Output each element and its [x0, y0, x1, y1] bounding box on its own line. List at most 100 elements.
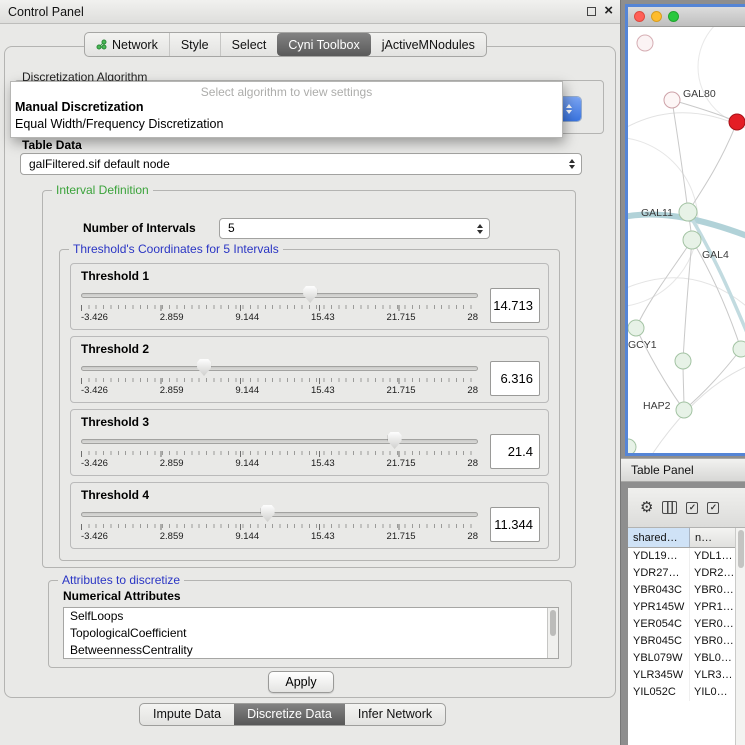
- table-scrollbar[interactable]: [735, 528, 745, 745]
- table-row[interactable]: YBL079W YBL0…: [628, 650, 745, 667]
- checkbox-icon[interactable]: ✓: [707, 502, 719, 514]
- control-panel-titlebar[interactable]: Control Panel ×: [0, 0, 620, 24]
- dropdown-option-manual-discretization[interactable]: Manual Discretization: [11, 98, 562, 115]
- minimize-traffic-light[interactable]: [651, 11, 662, 22]
- slider-track[interactable]: [81, 439, 478, 444]
- table-row[interactable]: YIL052C YIL0…: [628, 684, 745, 701]
- ruler-tick-label: 28: [467, 531, 478, 542]
- table-row[interactable]: YBR043C YBR0…: [628, 582, 745, 599]
- table-row[interactable]: YBR045C YBR0…: [628, 633, 745, 650]
- ruler-labels: -3.4262.8599.14415.4321.71528: [81, 531, 478, 542]
- network-canvas[interactable]: GAL80 GAL11 GAL4 GCY1 HAP2: [628, 27, 745, 453]
- threshold-label: Threshold 2: [81, 342, 540, 356]
- network-view-window: GAL80 GAL11 GAL4 GCY1 HAP2: [625, 4, 745, 456]
- arrow-down-icon: [566, 110, 572, 114]
- attributes-group-title: Attributes to discretize: [58, 573, 184, 587]
- network-node[interactable]: [628, 439, 636, 453]
- cell-shared-name: YBR045C: [628, 633, 690, 650]
- slider-ruler: -3.4262.8599.14415.4321.71528: [81, 451, 478, 469]
- table-data-combobox[interactable]: galFiltered.sif default node: [20, 153, 582, 175]
- table-row[interactable]: YPR145W YPR1…: [628, 599, 745, 616]
- thresholds-group-title: Threshold's Coordinates for 5 Intervals: [69, 242, 283, 256]
- scrollbar-thumb[interactable]: [550, 610, 556, 636]
- table-row[interactable]: YDR27… YDR2…: [628, 565, 745, 582]
- ruler-labels: -3.4262.8599.14415.4321.71528: [81, 458, 478, 469]
- numerical-attributes-list[interactable]: SelfLoopsTopologicalCoefficientBetweenne…: [63, 607, 559, 659]
- table-row[interactable]: YLR345W YLR3…: [628, 667, 745, 684]
- network-node-hap2[interactable]: [676, 402, 692, 418]
- network-node-gal4[interactable]: [683, 231, 701, 249]
- arrow-down-icon: [569, 165, 575, 169]
- ruler-tick-label: 9.144: [235, 312, 259, 323]
- tab-network[interactable]: Network: [85, 33, 169, 56]
- network-node-selected[interactable]: [729, 114, 745, 130]
- combobox-stepper[interactable]: [477, 224, 483, 234]
- threshold-slider[interactable]: -3.4262.8599.14415.4321.71528: [81, 505, 478, 543]
- checkbox-icon[interactable]: ✓: [686, 502, 698, 514]
- ruler-tick-label: 21.715: [387, 458, 416, 469]
- column-header-shared-name[interactable]: shared…: [628, 528, 690, 547]
- dropdown-option-equal-width-frequency[interactable]: Equal Width/Frequency Discretization: [11, 115, 562, 132]
- table-row[interactable]: YDL19… YDL1…: [628, 548, 745, 565]
- scrollbar-thumb[interactable]: [738, 530, 744, 568]
- table-row[interactable]: YER054C YER0…: [628, 616, 745, 633]
- combobox-stepper[interactable]: [569, 159, 575, 169]
- table-body: YDL19… YDL1… YDR27… YDR2… YBR043C YBR0… …: [628, 548, 745, 701]
- tab-impute-data[interactable]: Impute Data: [140, 704, 234, 725]
- float-window-icon[interactable]: [587, 7, 596, 16]
- list-scrollbar[interactable]: [547, 608, 558, 658]
- threshold-label: Threshold 1: [81, 269, 540, 283]
- attribute-list-item[interactable]: TopologicalCoefficient: [64, 625, 558, 642]
- network-node[interactable]: [675, 353, 691, 369]
- network-node[interactable]: [637, 35, 653, 51]
- network-node-gcy1[interactable]: [628, 320, 644, 336]
- network-edge: [636, 240, 692, 328]
- tab-select[interactable]: Select: [220, 33, 278, 56]
- apply-button[interactable]: Apply: [268, 671, 334, 693]
- network-edge: [698, 27, 745, 127]
- network-node-gal11[interactable]: [679, 203, 697, 221]
- tab-label: Cyni Toolbox: [288, 38, 359, 52]
- column-selector-icon[interactable]: [662, 501, 677, 514]
- slider-track[interactable]: [81, 293, 478, 298]
- cell-shared-name: YPR145W: [628, 599, 690, 616]
- network-node[interactable]: [733, 341, 745, 357]
- threshold-slider[interactable]: -3.4262.8599.14415.4321.71528: [81, 286, 478, 324]
- slider-track[interactable]: [81, 366, 478, 371]
- slider-track[interactable]: [81, 512, 478, 517]
- zoom-traffic-light[interactable]: [668, 11, 679, 22]
- threshold-slider[interactable]: -3.4262.8599.14415.4321.71528: [81, 359, 478, 397]
- ruler-ticks: [81, 305, 478, 311]
- gear-icon[interactable]: ⚙: [640, 500, 653, 515]
- network-node-gal80[interactable]: [664, 92, 680, 108]
- tab-discretize-data[interactable]: Discretize Data: [234, 704, 345, 725]
- slider-thumb[interactable]: [197, 359, 211, 376]
- tab-cyni-toolbox[interactable]: Cyni Toolbox: [277, 33, 370, 56]
- threshold-slider[interactable]: -3.4262.8599.14415.4321.71528: [81, 432, 478, 470]
- threshold-value-field[interactable]: 11.344: [490, 507, 540, 542]
- threshold-value-field[interactable]: 14.713: [490, 288, 540, 323]
- threshold-panel: Threshold 4 -3.4262.8599.14415.4321.7152…: [70, 482, 549, 549]
- ruler-tick-label: 9.144: [235, 385, 259, 396]
- threshold-value-field[interactable]: 21.4: [490, 434, 540, 469]
- ruler-tick-label: 15.43: [311, 312, 335, 323]
- bottom-tab-bar: Impute Data Discretize Data Infer Networ…: [139, 703, 446, 726]
- slider-thumb[interactable]: [303, 286, 317, 303]
- tab-jactivemnodules[interactable]: jActiveMNodules: [371, 33, 486, 56]
- table-panel-header[interactable]: Table Panel: [621, 458, 745, 482]
- number-of-intervals-combobox[interactable]: 5: [219, 218, 490, 239]
- threshold-value-field[interactable]: 6.316: [490, 361, 540, 396]
- slider-thumb[interactable]: [388, 432, 402, 449]
- network-window-titlebar[interactable]: [628, 7, 745, 27]
- tab-style[interactable]: Style: [169, 33, 220, 56]
- attribute-list-item[interactable]: BetweennessCentrality: [64, 642, 558, 659]
- slider-thumb[interactable]: [261, 505, 275, 522]
- tab-infer-network[interactable]: Infer Network: [345, 704, 445, 725]
- ruler-tick-label: 15.43: [311, 531, 335, 542]
- attribute-list-item[interactable]: SelfLoops: [64, 608, 558, 625]
- ruler-ticks: [81, 378, 478, 384]
- tab-label: jActiveMNodules: [382, 38, 475, 52]
- close-icon[interactable]: ×: [604, 2, 613, 19]
- network-tab-icon: [96, 39, 107, 50]
- close-traffic-light[interactable]: [634, 11, 645, 22]
